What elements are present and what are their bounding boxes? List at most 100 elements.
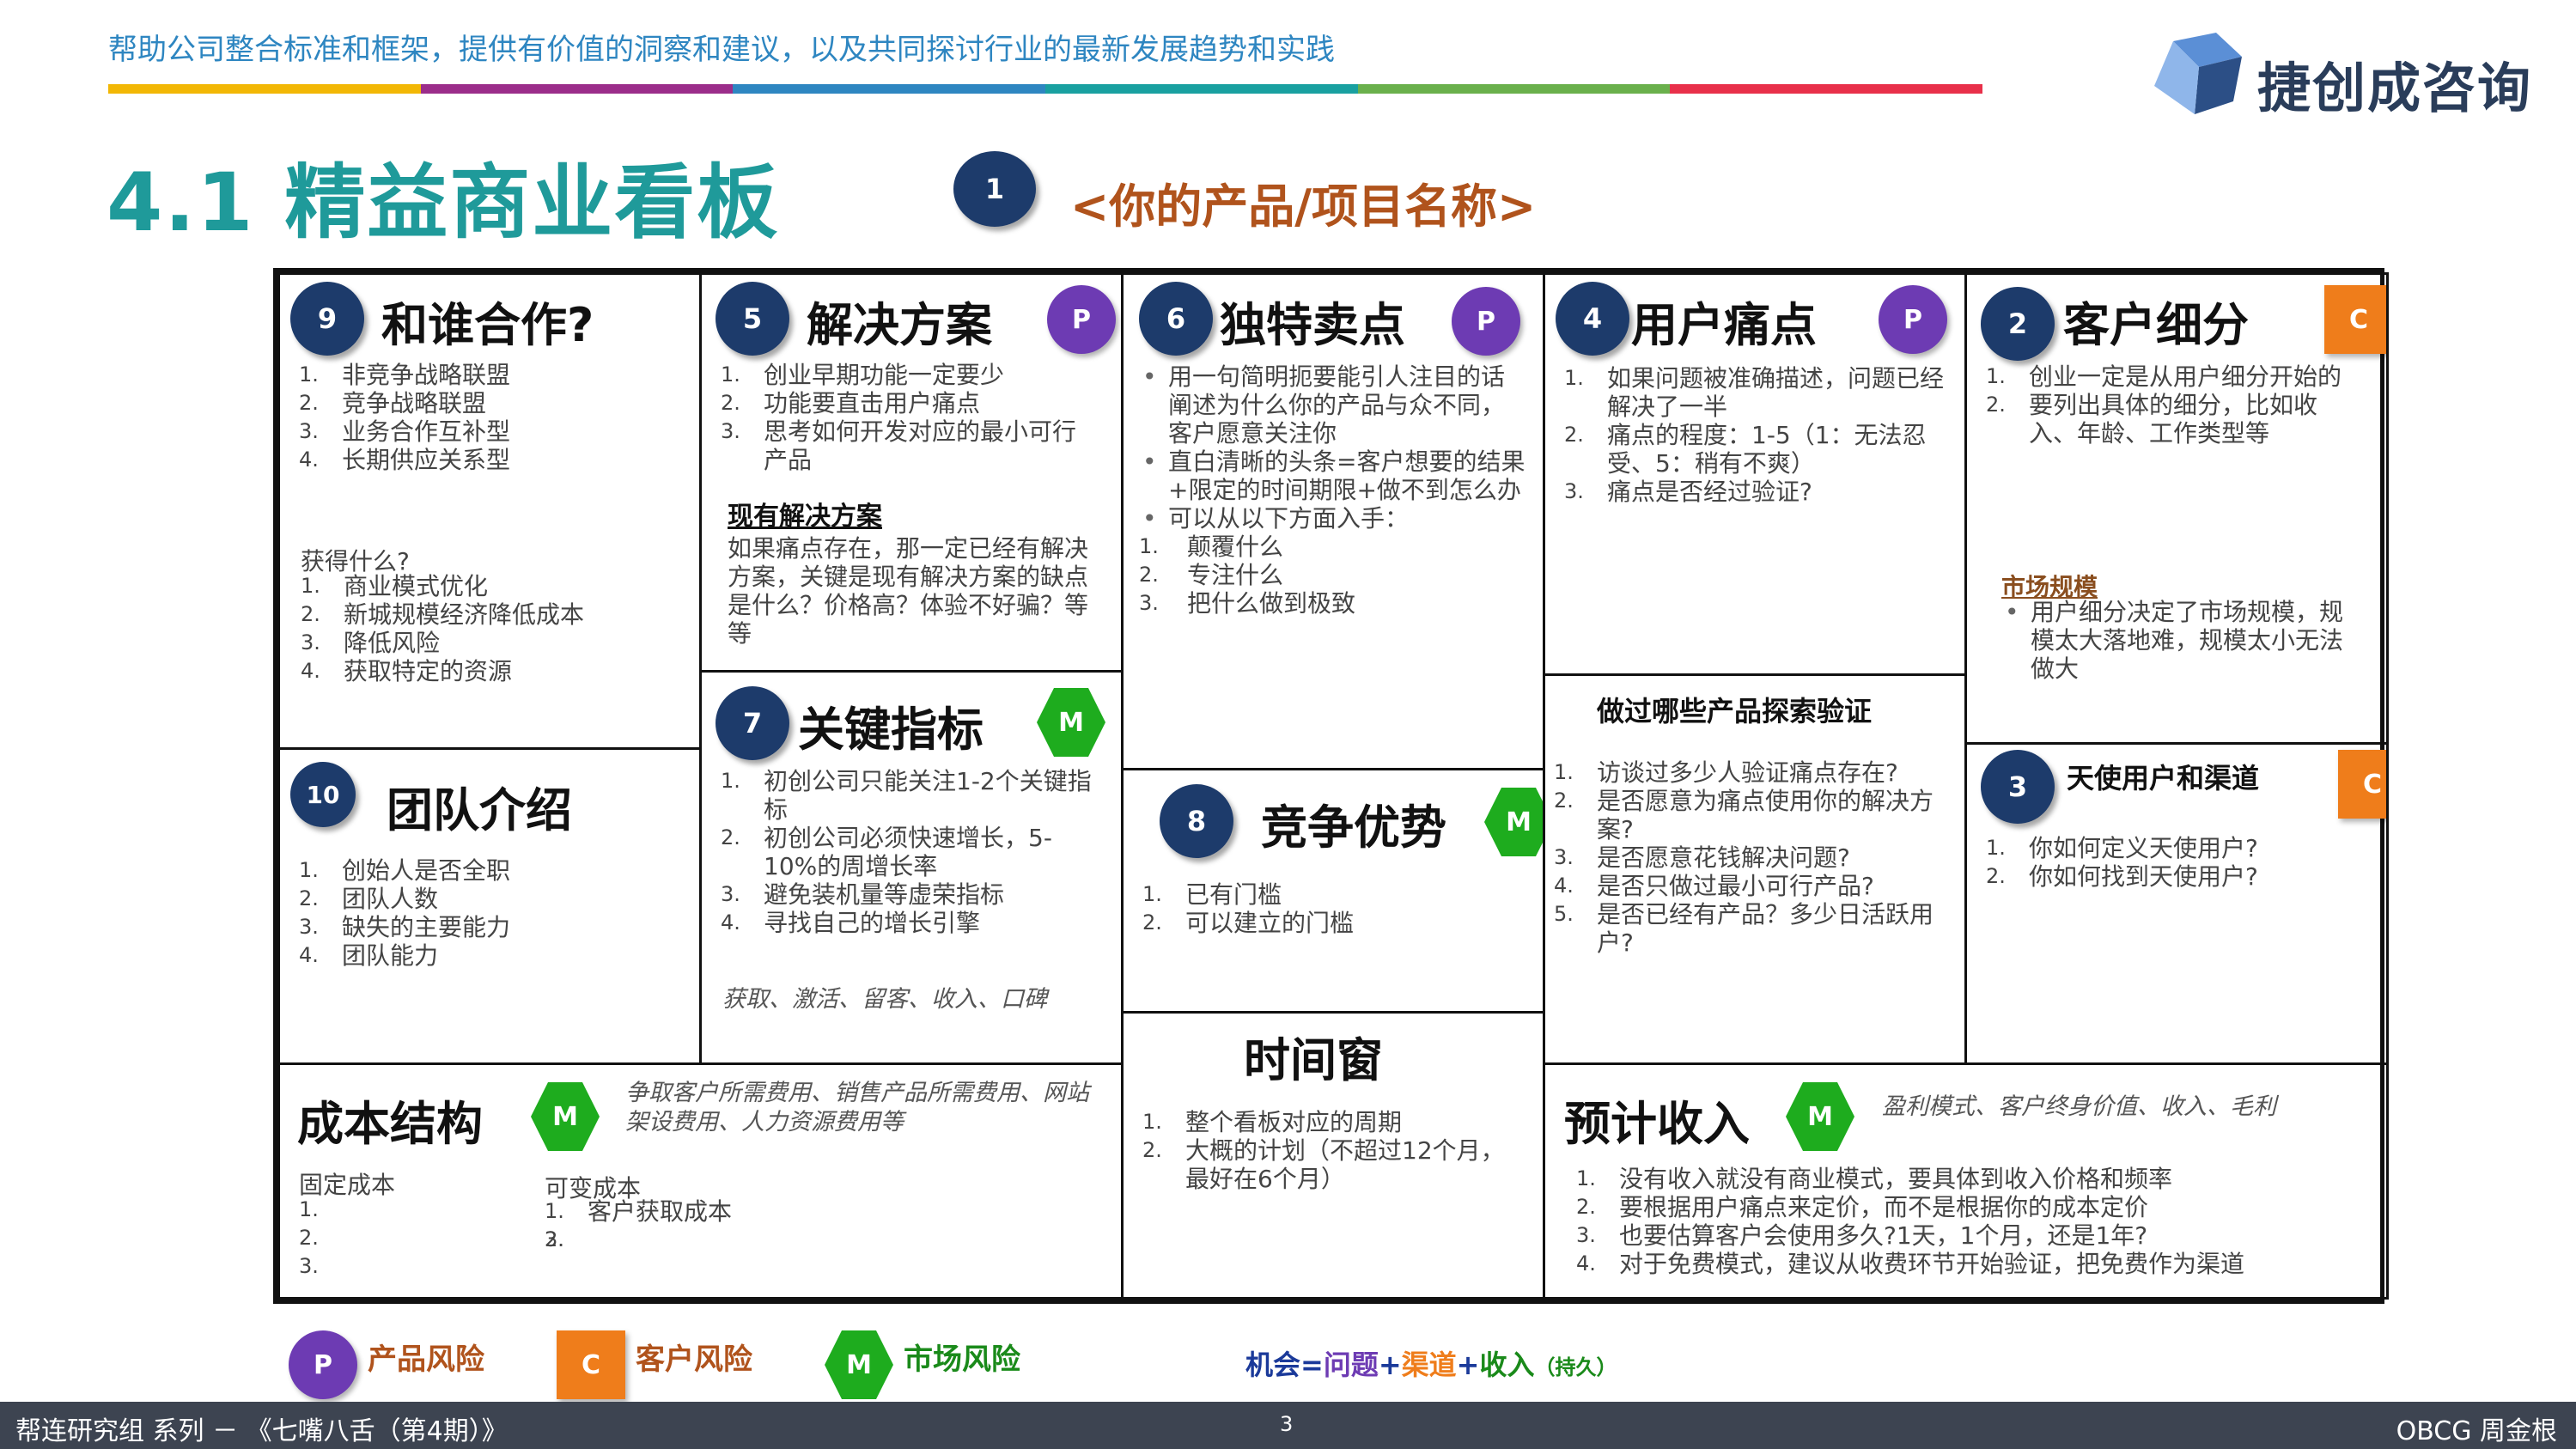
list-item: 1. 商业模式优化 bbox=[301, 572, 489, 600]
solution-list: 1. 创业早期功能一定要少 2. 功能要直击用户痛点 3. 思考如何开发对应的最小可行… bbox=[721, 361, 1099, 474]
pain-product-risk-badge: P bbox=[1879, 285, 1947, 354]
list-item: 1. 整个看板对应的周期 bbox=[1142, 1108, 1403, 1136]
metrics-list: 1. 初创公司只能关注1-2个关键指标 2. 初创公司必须快速增长，5-10%的周增… bbox=[721, 767, 1099, 937]
team-title: 团队介绍 bbox=[387, 783, 572, 837]
list-item: 5. 是否已经有产品？多少日活跃用户? bbox=[1554, 900, 1934, 957]
list-item: 3. 把什么做到极致 bbox=[1139, 589, 1356, 618]
list-item: 直白清晰的头条=客户想要的结果+限定的时间期限+做不到怎么办 bbox=[1139, 447, 1526, 504]
list-item: 1. 你如何定义天使用户? bbox=[1986, 834, 2258, 862]
list-item: 2. 要列出具体的细分，比如收入、年龄、工作类型等 bbox=[1986, 391, 2318, 447]
list-item: 4. 团队能力 bbox=[299, 941, 439, 970]
list-item: 2. 功能要直击用户痛点 bbox=[721, 389, 981, 417]
list-item: 2. 初创公司必须快速增长，5-10%的周增长率 bbox=[721, 824, 1052, 880]
usp-list: 用一句简明扼要能引人注目的话阐述为什么你的产品与众不同，客户愿意关注你 直白清晰… bbox=[1139, 362, 1526, 618]
revenue-title: 预计收入 bbox=[1564, 1097, 1750, 1151]
advantage-market-risk-badge: M bbox=[1484, 788, 1543, 856]
footer-author: OBCG 周金根 bbox=[2396, 1416, 2557, 1446]
legend-customer-risk-label: 客户风险 bbox=[636, 1342, 752, 1377]
metrics-number-badge: 7 bbox=[716, 686, 789, 760]
header-color-bar bbox=[108, 84, 1983, 94]
opportunity-formula: 机会=问题+渠道+收入（持久） bbox=[1245, 1343, 1617, 1383]
list-item: 用一句简明扼要能引人注目的话阐述为什么你的产品与众不同，客户愿意关注你 bbox=[1139, 362, 1526, 447]
cell-key-metrics: 7 关键指标 M 1. 初创公司只能关注1-2个关键指标 2. 初创公司必须快速增长… bbox=[699, 670, 1124, 1065]
list-item: 1. 如果问题被准确描述，问题已经解决了一半 bbox=[1564, 364, 1945, 421]
list-item: 1. 没有收入就没有商业模式，要具体到收入价格和频率 bbox=[1576, 1165, 2173, 1193]
list-item: 1. 初创公司只能关注1-2个关键指标 bbox=[721, 767, 1092, 824]
metrics-note: 获取、激活、留客、收入、口碑 bbox=[722, 986, 1047, 1013]
metrics-market-risk-badge: M bbox=[1037, 688, 1105, 757]
variable-cost-list: 1. 客户获取成本 2. 3. bbox=[545, 1197, 888, 1251]
cell-partners: 9 和谁合作? 1. 非竞争战略联盟 2. 竞争战略联盟 3. 业务合作互补型 4. 长… bbox=[277, 272, 702, 750]
footer-series: 帮连研究组 系列 － 《七嘴八舌（第4期）》 bbox=[15, 1416, 508, 1446]
existing-solution-heading: 现有解决方案 bbox=[728, 502, 882, 532]
list-item: 用户细分决定了市场规模，规模太大落地难，规模太小无法做大 bbox=[2001, 598, 2362, 683]
pain-number-badge: 4 bbox=[1556, 282, 1629, 356]
cell-team: 10 团队介绍 1. 创始人是否全职 2. 团队人数 3. 缺失的主要能力 4. 团队能… bbox=[277, 747, 702, 1065]
segments-list: 1. 创业一定是从用户细分开始的 2. 要列出具体的细分，比如收入、年龄、工作类型等 bbox=[1986, 362, 2364, 447]
legend-customer-risk-badge: C bbox=[557, 1330, 625, 1399]
pain-title: 用户痛点 bbox=[1631, 298, 1817, 352]
list-item: 2. 是否愿意为痛点使用你的解决方案? bbox=[1554, 787, 1934, 843]
logo-text: 捷创成咨询 bbox=[2257, 57, 2533, 119]
channels-list: 1. 你如何定义天使用户? 2. 你如何找到天使用户? bbox=[1986, 834, 2364, 891]
list-item: 2. 新城规模经济降低成本 bbox=[301, 600, 585, 629]
legend-customer-risk: C 客户风险 bbox=[557, 1327, 780, 1399]
partners-gain-list: 1. 商业模式优化 2. 新城规模经济降低成本 3. 降低风险 4. 获取特定的资源 bbox=[301, 572, 679, 685]
list-item: 2. 专注什么 bbox=[1139, 561, 1284, 589]
cell-unique-value: 6 独特卖点 P 用一句简明扼要能引人注目的话阐述为什么你的产品与众不同，客户愿… bbox=[1121, 272, 1545, 770]
list-item: 2. 要根据用户痛点来定价，而不是根据你的成本定价 bbox=[1576, 1193, 2149, 1221]
list-item: 1. 非竞争战略联盟 bbox=[299, 361, 511, 389]
team-number-badge: 10 bbox=[290, 762, 356, 827]
list-item: 2. 大概的计划（不超过12个月，最好在6个月） bbox=[1142, 1136, 1505, 1193]
list-item: 2. 竞争战略联盟 bbox=[299, 389, 487, 417]
formula-suffix: （持久） bbox=[1534, 1355, 1617, 1379]
usp-product-risk-badge: P bbox=[1452, 287, 1520, 356]
validation-title: 做过哪些产品探索验证 bbox=[1597, 695, 1873, 728]
pain-list: 1. 如果问题被准确描述，问题已经解决了一半 2. 痛点的程度：1-5（1：无法忍受… bbox=[1564, 364, 1959, 506]
segments-customer-risk-badge: C bbox=[2324, 285, 2386, 354]
list-item: 3. 痛点是否经过验证? bbox=[1564, 478, 1812, 506]
partners-list: 1. 非竞争战略联盟 2. 竞争战略联盟 3. 业务合作互补型 4. 长期供应关系型 bbox=[299, 361, 677, 474]
segments-number-badge: 2 bbox=[1981, 287, 2055, 361]
revenue-market-risk-badge: M bbox=[1786, 1082, 1854, 1151]
list-item: 2. 你如何找到天使用户? bbox=[1986, 862, 2258, 891]
cube-logo-icon bbox=[2154, 33, 2242, 114]
market-size-list: 用户细分决定了市场规模，规模太大落地难，规模太小无法做大 bbox=[2001, 598, 2362, 683]
cell-validation: 做过哪些产品探索验证 1. 访谈过多少人验证痛点存在? 2. 是否愿意为痛点使用你的… bbox=[1543, 673, 1967, 1065]
list-item: 1. 颠覆什么 bbox=[1139, 533, 1284, 561]
company-logo: 捷创成咨询 bbox=[2147, 33, 2543, 127]
cell-revenue: 预计收入 M 盈利模式、客户终身价值、收入、毛利 1. 没有收入就没有商业模式，要… bbox=[1543, 1062, 2389, 1300]
list-item: 2. 团队人数 bbox=[299, 885, 439, 913]
product-name: <你的产品/项目名称> bbox=[1070, 180, 1537, 234]
list-item: 3. 是否愿意花钱解决问题? bbox=[1554, 843, 1850, 872]
segments-title: 客户细分 bbox=[2063, 298, 2249, 352]
channels-customer-risk-badge: C bbox=[2338, 750, 2386, 819]
cell-solution: 5 解决方案 P 1. 创业早期功能一定要少 2. 功能要直击用户痛点 3. 思考如何… bbox=[699, 272, 1124, 673]
legend-product-risk: P 产品风险 bbox=[289, 1327, 512, 1399]
legend-market-risk-badge: M bbox=[825, 1330, 893, 1399]
list-item: 可以从以下方面入手： bbox=[1139, 504, 1526, 533]
legend-product-risk-label: 产品风险 bbox=[368, 1342, 484, 1377]
formula-part: 机会= bbox=[1245, 1349, 1324, 1381]
list-item: 3. 业务合作互补型 bbox=[299, 417, 511, 446]
list-item: 4. 长期供应关系型 bbox=[299, 446, 511, 474]
cost-note: 争取客户所需费用、销售产品所需费用、网站架设费用、人力资源费用等 bbox=[625, 1080, 1089, 1135]
list-item: 3. bbox=[299, 1254, 319, 1278]
product-number-badge: 1 bbox=[953, 151, 1036, 227]
formula-part: + bbox=[1456, 1349, 1480, 1381]
cost-title: 成本结构 bbox=[297, 1097, 483, 1151]
cell-time-window: 时间窗 1. 整个看板对应的周期 2. 大概的计划（不超过12个月，最好在6个月） bbox=[1121, 1011, 1545, 1300]
legend-product-risk-badge: P bbox=[289, 1330, 357, 1399]
solution-product-risk-badge: P bbox=[1047, 285, 1116, 354]
formula-part: 收入 bbox=[1479, 1349, 1535, 1381]
formula-part: + bbox=[1378, 1349, 1402, 1381]
channels-number-badge: 3 bbox=[1981, 750, 2055, 824]
revenue-list: 1. 没有收入就没有商业模式，要具体到收入价格和频率 2. 要根据用户痛点来定价，而… bbox=[1576, 1165, 2366, 1278]
time-window-list: 1. 整个看板对应的周期 2. 大概的计划（不超过12个月，最好在6个月） bbox=[1142, 1108, 1520, 1193]
lean-canvas-board: 9 和谁合作? 1. 非竞争战略联盟 2. 竞争战略联盟 3. 业务合作互补型 4. 长… bbox=[273, 268, 2389, 1304]
usp-number-badge: 6 bbox=[1139, 282, 1213, 356]
usp-title: 独特卖点 bbox=[1220, 298, 1405, 352]
team-list: 1. 创始人是否全职 2. 团队人数 3. 缺失的主要能力 4. 团队能力 bbox=[299, 856, 677, 970]
list-item: 1. 创业早期功能一定要少 bbox=[721, 361, 1005, 389]
list-item: 1. bbox=[299, 1197, 319, 1221]
